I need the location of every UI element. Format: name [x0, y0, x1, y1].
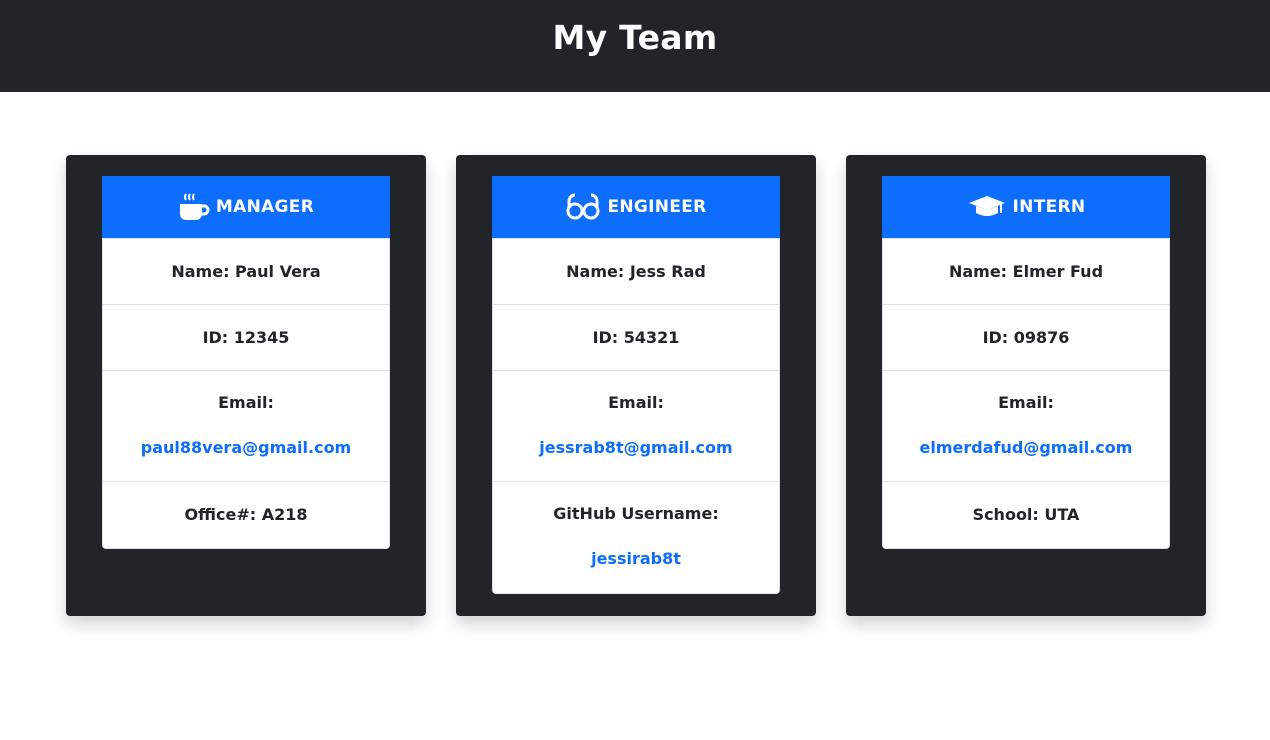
graduation-cap-icon [967, 194, 1007, 220]
info-list: Name: Paul Vera ID: 12345 Email: paul88v… [102, 238, 390, 549]
email-link[interactable]: jessrab8t@gmail.com [493, 437, 779, 459]
card-header: ENGINEER [492, 176, 780, 238]
name-item: Name: Jess Rad [493, 239, 779, 305]
info-list: Name: Elmer Fud ID: 09876 Email: elmerda… [882, 238, 1170, 549]
email-link[interactable]: elmerdafud@gmail.com [883, 437, 1169, 459]
intern-card: INTERN Name: Elmer Fud ID: 09876 Email: … [846, 155, 1206, 616]
manager-card: MANAGER Name: Paul Vera ID: 12345 Email:… [66, 155, 426, 616]
card-header: MANAGER [102, 176, 390, 238]
school-item: School: UTA [972, 505, 1080, 524]
email-item: Email: elmerdafud@gmail.com [883, 371, 1169, 482]
role-label: MANAGER [215, 197, 315, 217]
engineer-card: ENGINEER Name: Jess Rad ID: 54321 Email:… [456, 155, 816, 616]
glasses-icon [565, 193, 601, 221]
email-item: Email: jessrab8t@gmail.com [493, 371, 779, 482]
name-item: Name: Elmer Fud [883, 239, 1169, 305]
github-link[interactable]: jessirab8t [493, 548, 779, 570]
page-header: My Team [0, 0, 1270, 92]
id-item: ID: 09876 [883, 305, 1169, 371]
office-item: Office#: A218 [184, 505, 308, 524]
card-header: INTERN [882, 176, 1170, 238]
info-list: Name: Jess Rad ID: 54321 Email: jessrab8… [492, 238, 780, 594]
id-item: ID: 54321 [493, 305, 779, 371]
email-link[interactable]: paul88vera@gmail.com [103, 437, 389, 459]
github-item: GitHub Username: jessirab8t [493, 482, 779, 593]
page-title: My Team [552, 17, 718, 57]
email-item: Email: paul88vera@gmail.com [103, 371, 389, 482]
role-label: ENGINEER [607, 197, 707, 217]
mug-icon [178, 192, 210, 222]
role-label: INTERN [1012, 197, 1086, 217]
github-label: GitHub Username: [553, 504, 719, 523]
id-item: ID: 12345 [103, 305, 389, 371]
name-item: Name: Paul Vera [103, 239, 389, 305]
email-label: Email: [218, 393, 274, 412]
email-label: Email: [998, 393, 1054, 412]
email-label: Email: [608, 393, 664, 412]
